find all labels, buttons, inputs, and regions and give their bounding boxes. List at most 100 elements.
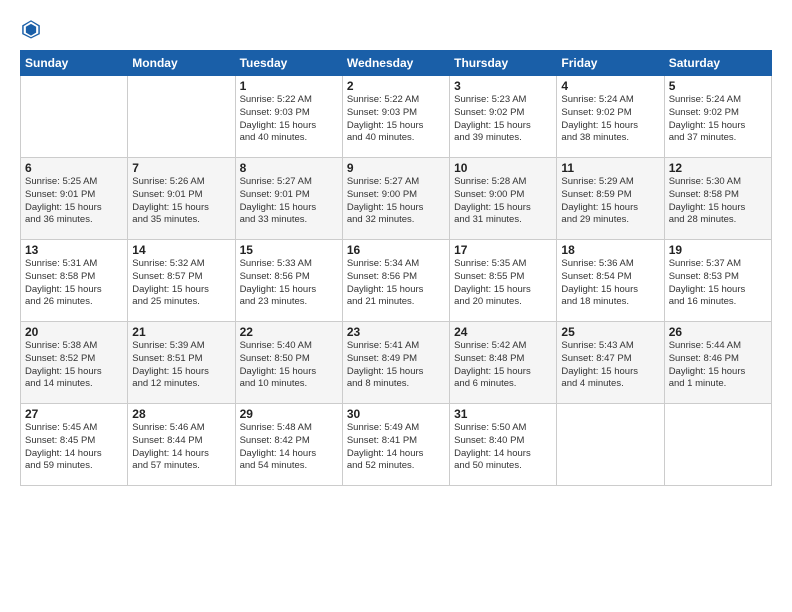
header-sunday: Sunday bbox=[21, 51, 128, 76]
cell-week3-day3: 16Sunrise: 5:34 AM Sunset: 8:56 PM Dayli… bbox=[342, 240, 449, 322]
header-row: SundayMondayTuesdayWednesdayThursdayFrid… bbox=[21, 51, 772, 76]
logo-icon bbox=[20, 18, 42, 40]
day-number: 31 bbox=[454, 407, 552, 421]
day-number: 28 bbox=[132, 407, 230, 421]
cell-week1-day6: 5Sunrise: 5:24 AM Sunset: 9:02 PM Daylig… bbox=[664, 76, 771, 158]
day-info: Sunrise: 5:33 AM Sunset: 8:56 PM Dayligh… bbox=[240, 258, 338, 309]
day-info: Sunrise: 5:31 AM Sunset: 8:58 PM Dayligh… bbox=[25, 258, 123, 309]
day-number: 3 bbox=[454, 79, 552, 93]
day-info: Sunrise: 5:45 AM Sunset: 8:45 PM Dayligh… bbox=[25, 422, 123, 473]
day-info: Sunrise: 5:27 AM Sunset: 9:01 PM Dayligh… bbox=[240, 176, 338, 227]
day-number: 30 bbox=[347, 407, 445, 421]
cell-week1-day2: 1Sunrise: 5:22 AM Sunset: 9:03 PM Daylig… bbox=[235, 76, 342, 158]
cell-week4-day2: 22Sunrise: 5:40 AM Sunset: 8:50 PM Dayli… bbox=[235, 322, 342, 404]
day-info: Sunrise: 5:44 AM Sunset: 8:46 PM Dayligh… bbox=[669, 340, 767, 391]
day-number: 23 bbox=[347, 325, 445, 339]
day-number: 1 bbox=[240, 79, 338, 93]
cell-week1-day4: 3Sunrise: 5:23 AM Sunset: 9:02 PM Daylig… bbox=[450, 76, 557, 158]
day-number: 19 bbox=[669, 243, 767, 257]
day-info: Sunrise: 5:23 AM Sunset: 9:02 PM Dayligh… bbox=[454, 94, 552, 145]
cell-week5-day1: 28Sunrise: 5:46 AM Sunset: 8:44 PM Dayli… bbox=[128, 404, 235, 486]
day-info: Sunrise: 5:29 AM Sunset: 8:59 PM Dayligh… bbox=[561, 176, 659, 227]
cell-week4-day6: 26Sunrise: 5:44 AM Sunset: 8:46 PM Dayli… bbox=[664, 322, 771, 404]
cell-week2-day4: 10Sunrise: 5:28 AM Sunset: 9:00 PM Dayli… bbox=[450, 158, 557, 240]
day-info: Sunrise: 5:24 AM Sunset: 9:02 PM Dayligh… bbox=[561, 94, 659, 145]
day-number: 20 bbox=[25, 325, 123, 339]
day-info: Sunrise: 5:38 AM Sunset: 8:52 PM Dayligh… bbox=[25, 340, 123, 391]
cell-week5-day0: 27Sunrise: 5:45 AM Sunset: 8:45 PM Dayli… bbox=[21, 404, 128, 486]
cell-week2-day6: 12Sunrise: 5:30 AM Sunset: 8:58 PM Dayli… bbox=[664, 158, 771, 240]
cell-week3-day4: 17Sunrise: 5:35 AM Sunset: 8:55 PM Dayli… bbox=[450, 240, 557, 322]
header-thursday: Thursday bbox=[450, 51, 557, 76]
cell-week1-day5: 4Sunrise: 5:24 AM Sunset: 9:02 PM Daylig… bbox=[557, 76, 664, 158]
day-info: Sunrise: 5:50 AM Sunset: 8:40 PM Dayligh… bbox=[454, 422, 552, 473]
day-info: Sunrise: 5:26 AM Sunset: 9:01 PM Dayligh… bbox=[132, 176, 230, 227]
cell-week3-day6: 19Sunrise: 5:37 AM Sunset: 8:53 PM Dayli… bbox=[664, 240, 771, 322]
cell-week5-day4: 31Sunrise: 5:50 AM Sunset: 8:40 PM Dayli… bbox=[450, 404, 557, 486]
cell-week2-day2: 8Sunrise: 5:27 AM Sunset: 9:01 PM Daylig… bbox=[235, 158, 342, 240]
day-number: 21 bbox=[132, 325, 230, 339]
day-number: 5 bbox=[669, 79, 767, 93]
day-info: Sunrise: 5:30 AM Sunset: 8:58 PM Dayligh… bbox=[669, 176, 767, 227]
day-number: 7 bbox=[132, 161, 230, 175]
week-row-2: 6Sunrise: 5:25 AM Sunset: 9:01 PM Daylig… bbox=[21, 158, 772, 240]
cell-week1-day1 bbox=[128, 76, 235, 158]
calendar-body: 1Sunrise: 5:22 AM Sunset: 9:03 PM Daylig… bbox=[21, 76, 772, 486]
cell-week2-day5: 11Sunrise: 5:29 AM Sunset: 8:59 PM Dayli… bbox=[557, 158, 664, 240]
cell-week1-day0 bbox=[21, 76, 128, 158]
header-saturday: Saturday bbox=[664, 51, 771, 76]
cell-week3-day2: 15Sunrise: 5:33 AM Sunset: 8:56 PM Dayli… bbox=[235, 240, 342, 322]
cell-week5-day6 bbox=[664, 404, 771, 486]
day-number: 24 bbox=[454, 325, 552, 339]
cell-week2-day0: 6Sunrise: 5:25 AM Sunset: 9:01 PM Daylig… bbox=[21, 158, 128, 240]
header bbox=[20, 18, 772, 40]
cell-week5-day5 bbox=[557, 404, 664, 486]
day-info: Sunrise: 5:24 AM Sunset: 9:02 PM Dayligh… bbox=[669, 94, 767, 145]
cell-week5-day2: 29Sunrise: 5:48 AM Sunset: 8:42 PM Dayli… bbox=[235, 404, 342, 486]
header-wednesday: Wednesday bbox=[342, 51, 449, 76]
day-info: Sunrise: 5:46 AM Sunset: 8:44 PM Dayligh… bbox=[132, 422, 230, 473]
logo bbox=[20, 18, 46, 40]
day-number: 18 bbox=[561, 243, 659, 257]
day-info: Sunrise: 5:36 AM Sunset: 8:54 PM Dayligh… bbox=[561, 258, 659, 309]
cell-week4-day0: 20Sunrise: 5:38 AM Sunset: 8:52 PM Dayli… bbox=[21, 322, 128, 404]
day-info: Sunrise: 5:25 AM Sunset: 9:01 PM Dayligh… bbox=[25, 176, 123, 227]
day-info: Sunrise: 5:22 AM Sunset: 9:03 PM Dayligh… bbox=[347, 94, 445, 145]
day-number: 2 bbox=[347, 79, 445, 93]
day-number: 22 bbox=[240, 325, 338, 339]
header-friday: Friday bbox=[557, 51, 664, 76]
header-tuesday: Tuesday bbox=[235, 51, 342, 76]
week-row-1: 1Sunrise: 5:22 AM Sunset: 9:03 PM Daylig… bbox=[21, 76, 772, 158]
day-info: Sunrise: 5:39 AM Sunset: 8:51 PM Dayligh… bbox=[132, 340, 230, 391]
day-number: 14 bbox=[132, 243, 230, 257]
day-number: 17 bbox=[454, 243, 552, 257]
day-number: 6 bbox=[25, 161, 123, 175]
cell-week2-day3: 9Sunrise: 5:27 AM Sunset: 9:00 PM Daylig… bbox=[342, 158, 449, 240]
day-number: 8 bbox=[240, 161, 338, 175]
day-info: Sunrise: 5:35 AM Sunset: 8:55 PM Dayligh… bbox=[454, 258, 552, 309]
day-info: Sunrise: 5:22 AM Sunset: 9:03 PM Dayligh… bbox=[240, 94, 338, 145]
day-number: 27 bbox=[25, 407, 123, 421]
cell-week3-day5: 18Sunrise: 5:36 AM Sunset: 8:54 PM Dayli… bbox=[557, 240, 664, 322]
day-number: 11 bbox=[561, 161, 659, 175]
week-row-5: 27Sunrise: 5:45 AM Sunset: 8:45 PM Dayli… bbox=[21, 404, 772, 486]
day-info: Sunrise: 5:48 AM Sunset: 8:42 PM Dayligh… bbox=[240, 422, 338, 473]
day-number: 15 bbox=[240, 243, 338, 257]
day-info: Sunrise: 5:37 AM Sunset: 8:53 PM Dayligh… bbox=[669, 258, 767, 309]
cell-week3-day1: 14Sunrise: 5:32 AM Sunset: 8:57 PM Dayli… bbox=[128, 240, 235, 322]
page: SundayMondayTuesdayWednesdayThursdayFrid… bbox=[0, 0, 792, 612]
day-info: Sunrise: 5:28 AM Sunset: 9:00 PM Dayligh… bbox=[454, 176, 552, 227]
cell-week4-day1: 21Sunrise: 5:39 AM Sunset: 8:51 PM Dayli… bbox=[128, 322, 235, 404]
cell-week4-day5: 25Sunrise: 5:43 AM Sunset: 8:47 PM Dayli… bbox=[557, 322, 664, 404]
day-info: Sunrise: 5:40 AM Sunset: 8:50 PM Dayligh… bbox=[240, 340, 338, 391]
cell-week4-day4: 24Sunrise: 5:42 AM Sunset: 8:48 PM Dayli… bbox=[450, 322, 557, 404]
day-number: 10 bbox=[454, 161, 552, 175]
day-info: Sunrise: 5:42 AM Sunset: 8:48 PM Dayligh… bbox=[454, 340, 552, 391]
day-number: 25 bbox=[561, 325, 659, 339]
day-info: Sunrise: 5:27 AM Sunset: 9:00 PM Dayligh… bbox=[347, 176, 445, 227]
day-info: Sunrise: 5:34 AM Sunset: 8:56 PM Dayligh… bbox=[347, 258, 445, 309]
day-info: Sunrise: 5:41 AM Sunset: 8:49 PM Dayligh… bbox=[347, 340, 445, 391]
day-number: 13 bbox=[25, 243, 123, 257]
day-number: 4 bbox=[561, 79, 659, 93]
calendar-header: SundayMondayTuesdayWednesdayThursdayFrid… bbox=[21, 51, 772, 76]
